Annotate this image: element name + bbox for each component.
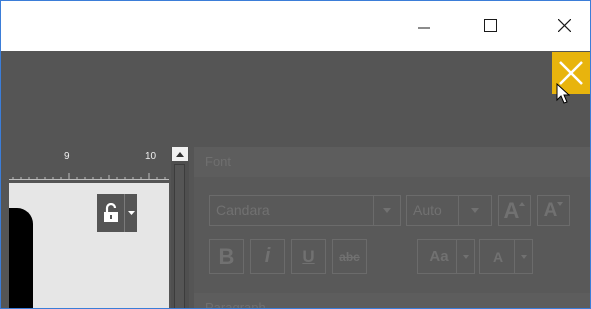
font-size-value: Auto: [413, 202, 442, 218]
underline-button[interactable]: U: [291, 239, 326, 274]
design-canvas[interactable]: [9, 183, 169, 308]
arrow-up-icon: [176, 151, 184, 157]
font-name-combobox[interactable]: Candara: [209, 195, 401, 226]
caret-up-icon: [519, 201, 526, 206]
maximize-icon: [483, 19, 497, 32]
font-size-combobox[interactable]: Auto: [406, 195, 492, 226]
scroll-thumb[interactable]: [174, 164, 185, 308]
canvas-shape[interactable]: [9, 208, 33, 308]
ruler-label-9: 9: [64, 151, 70, 162]
paragraph-panel-title: Paragraph: [194, 293, 590, 308]
close-icon: [559, 61, 583, 85]
font-panel: Font Candara Auto A A B i U abc Aa A Par…: [194, 147, 590, 308]
vertical-scrollbar[interactable]: [171, 147, 189, 308]
shrink-font-button[interactable]: A: [537, 195, 570, 226]
minimize-icon: [418, 27, 430, 28]
change-case-label: Aa: [429, 248, 449, 265]
caret-down-icon: [557, 201, 564, 206]
horizontal-ruler: 9 10: [9, 147, 169, 183]
ruler-label-10: 10: [145, 151, 157, 162]
font-name-value: Candara: [216, 202, 270, 218]
chevron-down-icon[interactable]: [373, 196, 400, 225]
font-panel-title: Font: [194, 147, 590, 177]
app-window: 9 10 Font Candara Auto A A B i U abc Aa …: [0, 0, 591, 309]
minimize-button[interactable]: [401, 1, 447, 50]
italic-button[interactable]: i: [250, 239, 285, 274]
title-bar: [1, 1, 590, 50]
font-color-button[interactable]: A: [479, 239, 533, 274]
scroll-up-button[interactable]: [172, 147, 188, 161]
mouse-pointer-icon: [556, 83, 570, 104]
grow-font-button[interactable]: A: [498, 195, 531, 226]
bold-button[interactable]: B: [209, 239, 244, 274]
chevron-down-icon[interactable]: [514, 240, 532, 273]
chevron-down-icon[interactable]: [456, 240, 474, 273]
chevron-down-icon[interactable]: [458, 196, 491, 225]
unlocked-padlock-icon: [97, 194, 124, 232]
maximize-button[interactable]: [467, 1, 513, 50]
close-button[interactable]: [541, 1, 587, 50]
ruler-ticks: [9, 173, 169, 180]
font-color-label: A: [492, 248, 504, 265]
strikethrough-button[interactable]: abc: [332, 239, 367, 274]
grow-font-label: A: [503, 197, 520, 223]
close-icon: [557, 19, 571, 32]
chevron-down-icon[interactable]: [125, 194, 137, 232]
lock-button[interactable]: [97, 194, 137, 232]
change-case-button[interactable]: Aa: [417, 239, 475, 274]
shrink-font-label: A: [543, 199, 558, 221]
